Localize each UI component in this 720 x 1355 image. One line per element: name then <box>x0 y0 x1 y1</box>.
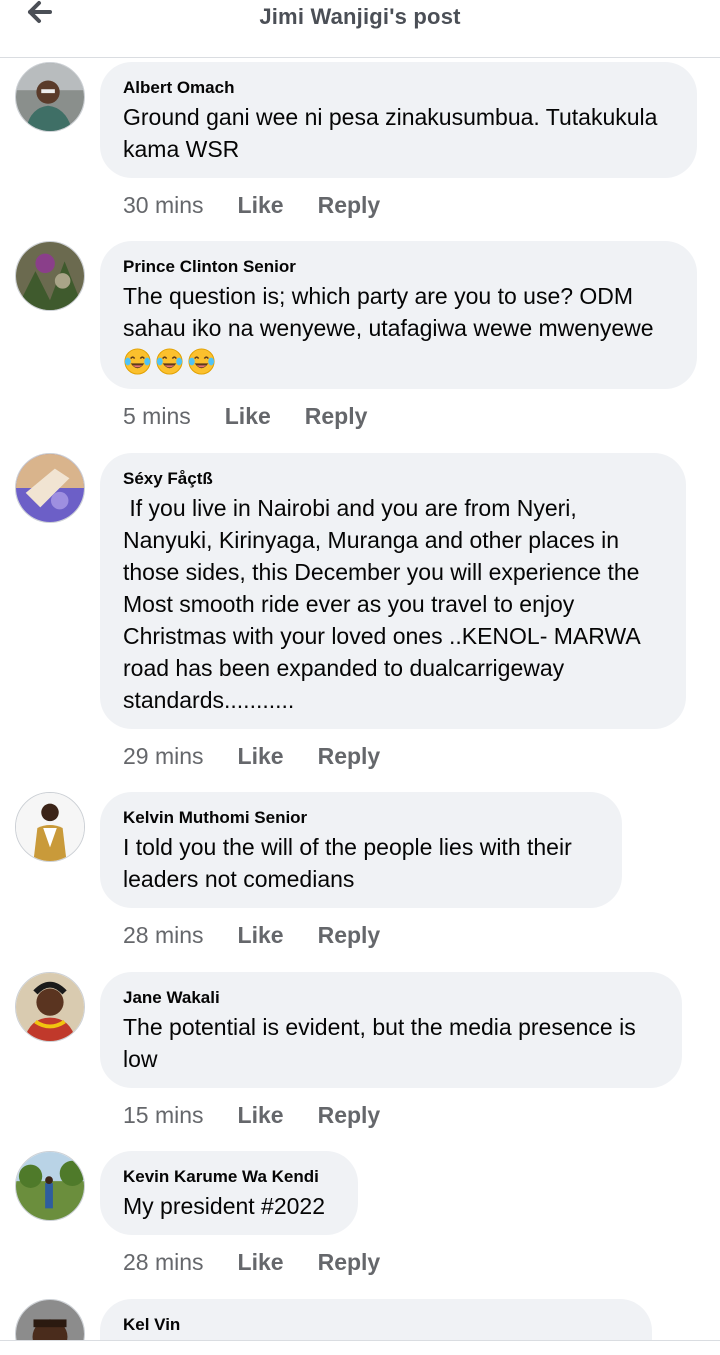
comment-bubble[interactable]: Kevin Karume Wa Kendi My president #2022 <box>100 1151 358 1235</box>
avatar[interactable] <box>15 792 85 862</box>
like-button[interactable]: Like <box>238 922 284 949</box>
comment-time[interactable]: 15 mins <box>123 1102 204 1129</box>
comment-text: The potential is evident, but the media … <box>123 1014 636 1072</box>
like-button[interactable]: Like <box>225 403 271 430</box>
reply-button[interactable]: Reply <box>318 1102 381 1129</box>
comment-time[interactable]: 28 mins <box>123 1249 204 1276</box>
comment-text: My president #2022 <box>123 1193 326 1219</box>
comment-bubble[interactable]: Jane Wakali The potential is evident, bu… <box>100 972 682 1088</box>
emoji-row <box>123 346 675 376</box>
comment-bubble[interactable]: Séxy Fåçtß If you live in Nairobi and yo… <box>100 453 686 729</box>
comment-author[interactable]: Kelvin Muthomi Senior <box>123 807 600 829</box>
comment-author[interactable]: Jane Wakali <box>123 987 660 1009</box>
like-button[interactable]: Like <box>238 1249 284 1276</box>
comment-actions: 28 mins Like Reply <box>123 1246 380 1278</box>
comment-actions: 29 mins Like Reply <box>123 740 380 772</box>
comment-time[interactable]: 5 mins <box>123 403 191 430</box>
comment-author[interactable]: Séxy Fåçtß <box>123 468 664 490</box>
comment-text: The question is; which party are you to … <box>123 283 654 341</box>
comment-actions: 15 mins Like Reply <box>123 1099 380 1131</box>
avatar[interactable] <box>15 453 85 523</box>
comment-author[interactable]: Kevin Karume Wa Kendi <box>123 1166 336 1188</box>
avatar[interactable] <box>15 62 85 132</box>
comment-bubble[interactable]: Kelvin Muthomi Senior I told you the wil… <box>100 792 622 908</box>
comment-author[interactable]: Albert Omach <box>123 77 675 99</box>
comment-time[interactable]: 28 mins <box>123 922 204 949</box>
page-title: Jimi Wanjigi's post <box>259 4 461 29</box>
reply-button[interactable]: Reply <box>318 743 381 770</box>
comment-bubble[interactable]: Albert Omach Ground gani wee ni pesa zin… <box>100 62 697 178</box>
like-button[interactable]: Like <box>238 1102 284 1129</box>
comment-text: Ground gani wee ni pesa zinakusumbua. Tu… <box>123 104 658 162</box>
top-bar: Jimi Wanjigi's post <box>0 0 720 58</box>
reply-button[interactable]: Reply <box>318 1249 381 1276</box>
comment-text: I told you the will of the people lies w… <box>123 834 572 892</box>
comment-time[interactable]: 29 mins <box>123 743 204 770</box>
comment-author[interactable]: Prince Clinton Senior <box>123 256 675 278</box>
comment-author[interactable]: Kel Vin <box>123 1314 630 1336</box>
reply-button[interactable]: Reply <box>318 922 381 949</box>
avatar[interactable] <box>15 972 85 1042</box>
comment-text: If you live in Nairobi and you are from … <box>123 495 641 713</box>
laughing-tears-emoji <box>156 347 183 375</box>
laughing-tears-emoji <box>124 347 151 375</box>
comment-time[interactable]: 30 mins <box>123 192 204 219</box>
reply-button[interactable]: Reply <box>318 192 381 219</box>
like-button[interactable]: Like <box>238 192 284 219</box>
reply-button[interactable]: Reply <box>305 403 368 430</box>
comment-bubble[interactable]: Prince Clinton Senior The question is; w… <box>100 241 697 389</box>
comment-actions: 5 mins Like Reply <box>123 400 367 432</box>
comment-actions: 30 mins Like Reply <box>123 189 380 221</box>
avatar[interactable] <box>15 241 85 311</box>
avatar[interactable] <box>15 1151 85 1221</box>
like-button[interactable]: Like <box>238 743 284 770</box>
bottom-bar <box>0 1340 720 1355</box>
comment-actions: 28 mins Like Reply <box>123 919 380 951</box>
laughing-tears-emoji <box>188 347 215 375</box>
